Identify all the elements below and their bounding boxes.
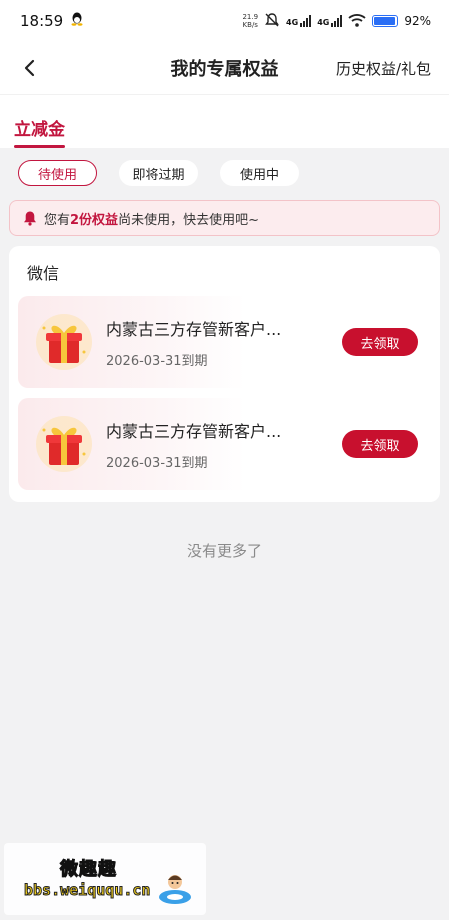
- battery-icon: [372, 15, 399, 27]
- watermark-title: 微趣趣: [60, 859, 117, 881]
- benefit-name: 内蒙古三方存管新客户...: [106, 421, 282, 441]
- watermark: 微趣趣 bbs.weiququ.cn: [4, 843, 206, 915]
- mute-bell-icon: [264, 12, 280, 31]
- filter-expiring[interactable]: 即将过期: [119, 160, 198, 186]
- nav-bar: 我的专属权益 历史权益/礼包: [0, 42, 449, 94]
- benefit-item: 内蒙古三方存管新客户... 2026-03-31到期 去领取: [18, 296, 431, 388]
- back-arrow-icon: [24, 59, 35, 77]
- bell-icon: [22, 210, 38, 226]
- qq-icon: [71, 12, 83, 30]
- history-link[interactable]: 历史权益/礼包: [336, 58, 431, 79]
- notice-suffix: 尚未使用，快去使用吧~: [118, 212, 259, 228]
- gift-box-icon: [36, 416, 92, 472]
- filter-in-use[interactable]: 使用中: [220, 160, 299, 186]
- back-button[interactable]: [16, 54, 44, 82]
- notice-highlight: 2份权益: [70, 212, 119, 228]
- benefit-expiry: 2026-03-31到期: [106, 353, 208, 369]
- benefit-item: 内蒙古三方存管新客户... 2026-03-31到期 去领取: [18, 398, 431, 490]
- status-bar: 18:59 21.9 KB/s 4G 4G 92%: [0, 0, 449, 42]
- watermark-url: bbs.weiququ.cn: [23, 881, 151, 900]
- status-time: 18:59: [20, 12, 64, 30]
- net-speed: 21.9 KB/s: [242, 13, 259, 29]
- signal-icon-1: 4G: [286, 15, 312, 27]
- benefit-name: 内蒙古三方存管新客户...: [106, 319, 282, 339]
- swim-ring-figure-icon: [159, 875, 191, 904]
- claim-button[interactable]: 去领取: [342, 430, 418, 458]
- signal-icon-2: 4G: [317, 15, 343, 27]
- filter-pending[interactable]: 待使用: [18, 160, 97, 186]
- battery-percent: 92%: [404, 14, 431, 28]
- claim-button[interactable]: 去领取: [342, 328, 418, 356]
- wechat-benefits-card: 微信 内蒙古三方存管新客户... 2026-03-31到期 去领取 内蒙古三方存…: [9, 246, 440, 502]
- gift-box-icon: [36, 314, 92, 370]
- section-title: 微信: [27, 264, 60, 283]
- tab-instant-discount[interactable]: 立减金: [14, 115, 65, 148]
- filter-chips: 待使用 即将过期 使用中: [0, 148, 449, 186]
- notice-banner: 您有 2份权益 尚未使用，快去使用吧~: [9, 200, 440, 236]
- no-more-text: 没有更多了: [186, 542, 262, 560]
- wifi-icon: [348, 13, 366, 30]
- notice-prefix: 您有: [44, 212, 71, 228]
- main-tab-bar: 立减金: [0, 94, 449, 148]
- benefit-expiry: 2026-03-31到期: [106, 455, 208, 471]
